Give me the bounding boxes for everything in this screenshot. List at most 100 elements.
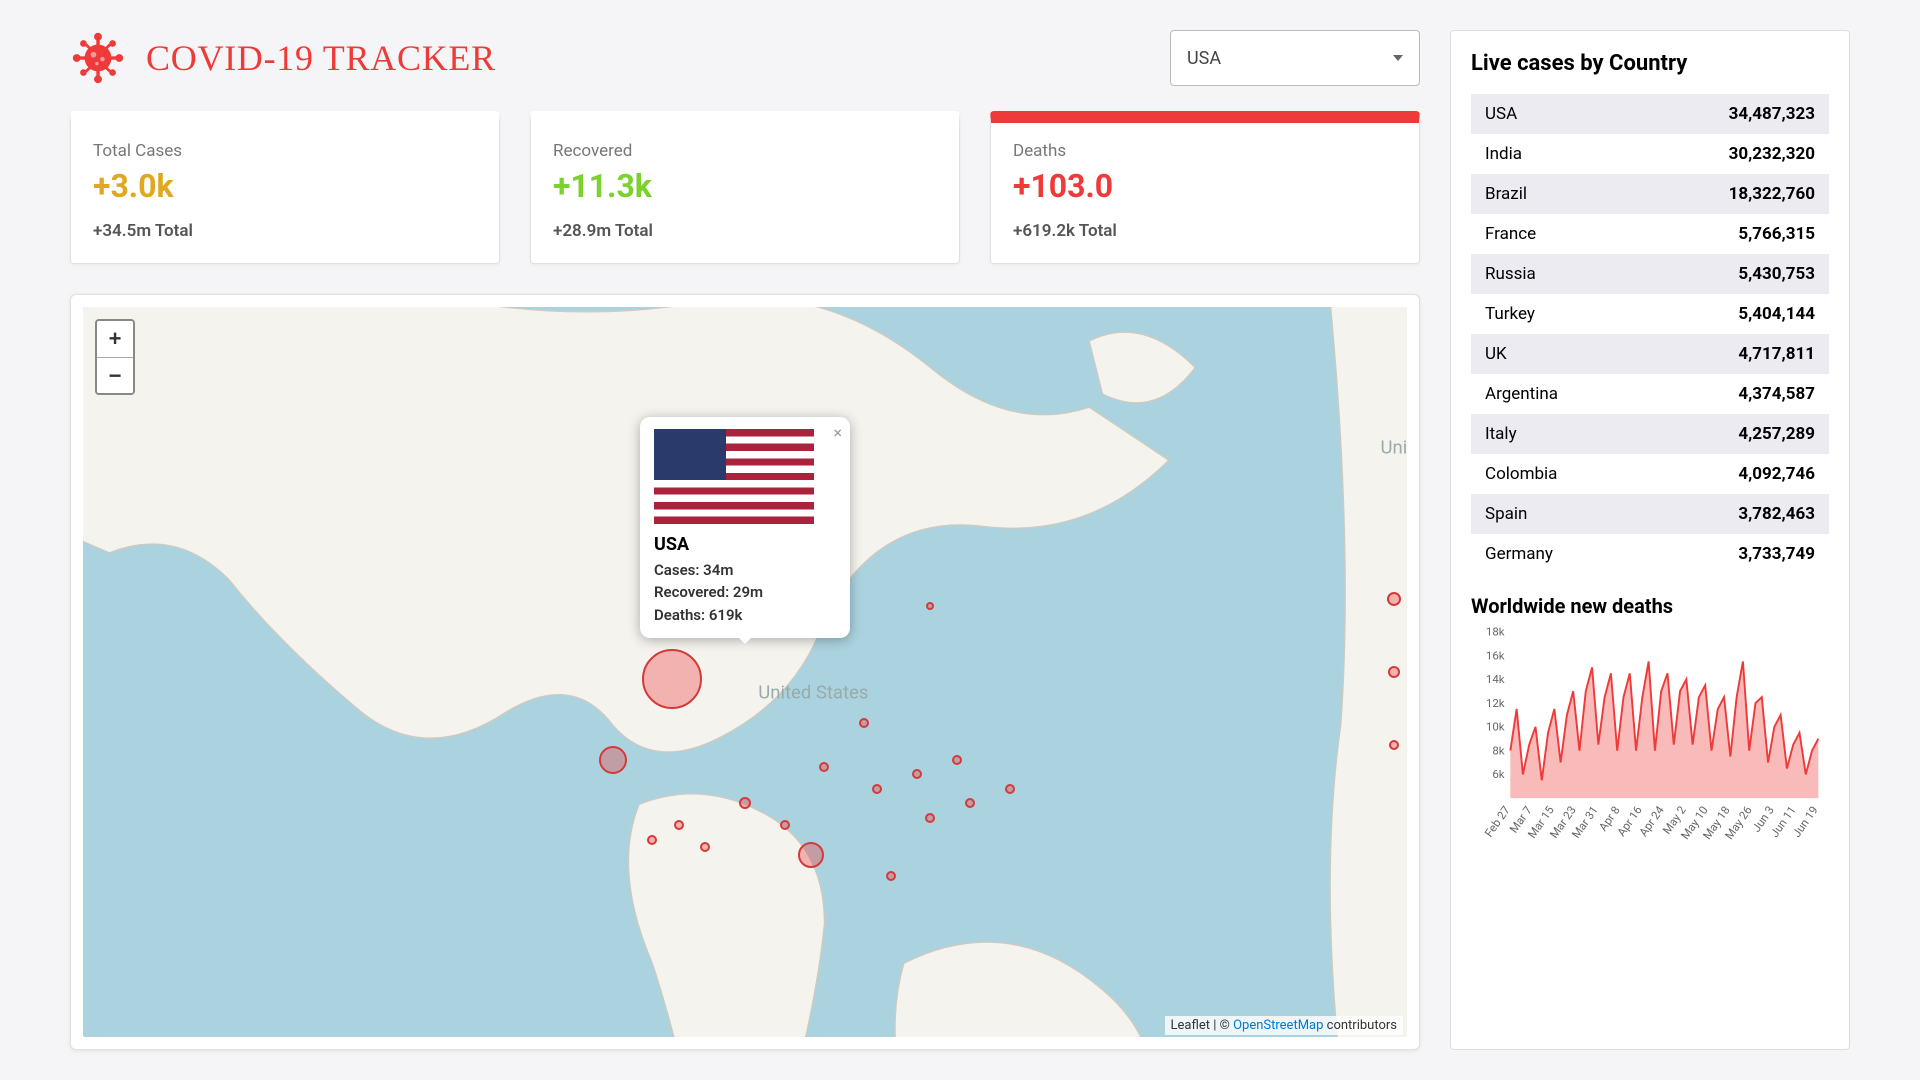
map-circle[interactable] <box>952 755 962 765</box>
popup-country: USA <box>654 534 836 555</box>
svg-text:8k: 8k <box>1492 743 1504 757</box>
card-total: +619.2k Total <box>1013 221 1397 241</box>
row-cases: 4,257,289 <box>1738 424 1815 444</box>
map-attribution: Leaflet | © OpenStreetMap contributors <box>1165 1016 1403 1035</box>
map-popup: × USA Cases: 34m Recovered: 29m Deaths: … <box>640 417 850 639</box>
row-country: India <box>1485 144 1522 164</box>
row-country: Spain <box>1485 504 1527 524</box>
table-row[interactable]: Colombia 4,092,746 <box>1471 454 1829 494</box>
row-country: Italy <box>1485 424 1517 444</box>
map-circle[interactable] <box>739 797 751 809</box>
card-today: +3.0k <box>93 167 477 205</box>
country-select[interactable]: USA <box>1170 30 1420 86</box>
card-total: +34.5m Total <box>93 221 477 241</box>
row-cases: 30,232,320 <box>1729 144 1815 164</box>
svg-text:Uni: Uni <box>1381 437 1407 459</box>
zoom-out-button[interactable]: − <box>97 357 133 393</box>
live-cases-title: Live cases by Country <box>1471 51 1829 76</box>
row-country: UK <box>1485 344 1507 364</box>
map-circle[interactable] <box>1005 784 1015 794</box>
svg-text:6k: 6k <box>1492 767 1504 781</box>
row-cases: 3,733,749 <box>1738 544 1815 564</box>
table-row[interactable]: France 5,766,315 <box>1471 214 1829 254</box>
svg-text:14k: 14k <box>1486 672 1505 686</box>
row-cases: 34,487,323 <box>1729 104 1815 124</box>
map-circle[interactable] <box>886 871 896 881</box>
row-country: USA <box>1485 104 1517 124</box>
map-circle[interactable] <box>1389 740 1399 750</box>
close-icon[interactable]: × <box>833 423 842 442</box>
card-label: Total Cases <box>93 141 477 161</box>
map-circle[interactable] <box>642 649 702 709</box>
map[interactable]: United States Colombia Uni <box>83 307 1407 1037</box>
map-circle[interactable] <box>780 820 790 830</box>
card-recovered[interactable]: Recovered +11.3k +28.9m Total <box>530 111 960 264</box>
row-cases: 5,766,315 <box>1738 224 1815 244</box>
popup-cases: Cases: 34m <box>654 559 836 582</box>
row-country: Germany <box>1485 544 1553 564</box>
osm-link[interactable]: OpenStreetMap <box>1233 1018 1323 1033</box>
zoom-controls: + − <box>95 319 135 395</box>
map-circle[interactable] <box>965 798 975 808</box>
card-total: +28.9m Total <box>553 221 937 241</box>
table-row[interactable]: Spain 3,782,463 <box>1471 494 1829 534</box>
table-row[interactable]: UK 4,717,811 <box>1471 334 1829 374</box>
table-row[interactable]: Argentina 4,374,587 <box>1471 374 1829 414</box>
row-country: France <box>1485 224 1536 244</box>
card-total-cases[interactable]: Total Cases +3.0k +34.5m Total <box>70 111 500 264</box>
map-circle[interactable] <box>872 784 882 794</box>
header: COVID-19 TRACKER USA <box>70 30 1420 86</box>
svg-text:Apr 24: Apr 24 <box>1636 803 1667 839</box>
map-circle[interactable] <box>819 762 829 772</box>
map-circle[interactable] <box>700 842 710 852</box>
row-cases: 5,404,144 <box>1738 304 1815 324</box>
svg-text:18k: 18k <box>1486 626 1505 639</box>
brand: COVID-19 TRACKER <box>70 30 496 86</box>
map-circle[interactable] <box>925 813 935 823</box>
map-circle[interactable] <box>926 602 934 610</box>
svg-text:10k: 10k <box>1486 720 1505 734</box>
table-row[interactable]: Italy 4,257,289 <box>1471 414 1829 454</box>
app-title: COVID-19 TRACKER <box>146 37 496 79</box>
table-row[interactable]: Germany 3,733,749 <box>1471 534 1829 574</box>
map-circle[interactable] <box>1387 592 1401 606</box>
card-today: +11.3k <box>553 167 937 205</box>
table-row[interactable]: Russia5,430,753 <box>1471 254 1829 294</box>
svg-text:12k: 12k <box>1486 696 1505 710</box>
svg-text:United States: United States <box>758 681 868 703</box>
live-cases-table[interactable]: USA 34,487,323 India 30,232,320 Brazil 18,322… <box>1471 94 1829 574</box>
card-deaths[interactable]: Deaths +103.0 +619.2k Total <box>990 111 1420 264</box>
svg-text:Feb 27: Feb 27 <box>1482 803 1513 839</box>
row-country: Brazil <box>1485 184 1527 204</box>
virus-icon <box>70 30 126 86</box>
card-label: Recovered <box>553 141 937 161</box>
row-cases: 18,322,760 <box>1729 184 1815 204</box>
table-row[interactable]: India 30,232,320 <box>1471 134 1829 174</box>
card-today: +103.0 <box>1013 167 1397 205</box>
map-container: United States Colombia Uni <box>70 294 1420 1050</box>
flag-icon <box>654 429 814 524</box>
row-cases: 4,717,811 <box>1738 344 1815 364</box>
row-country: Argentina <box>1485 384 1558 404</box>
side-panel: Live cases by Country USA 34,487,323 India… <box>1450 30 1850 1050</box>
map-circle[interactable] <box>798 842 824 868</box>
map-circle[interactable] <box>912 769 922 779</box>
row-cases: 5,430,753 <box>1738 264 1815 284</box>
chevron-down-icon <box>1393 55 1403 61</box>
map-circle[interactable] <box>647 835 657 845</box>
map-circle[interactable] <box>859 718 869 728</box>
table-row[interactable]: USA 34,487,323 <box>1471 94 1829 134</box>
row-country: Colombia <box>1485 464 1557 484</box>
map-circle[interactable] <box>599 746 627 774</box>
popup-deaths: Deaths: 619k <box>654 604 836 627</box>
popup-recovered: Recovered: 29m <box>654 581 836 604</box>
zoom-in-button[interactable]: + <box>97 321 133 357</box>
table-row[interactable]: Brazil 18,322,760 <box>1471 174 1829 214</box>
deaths-chart: 6k8k10k12k14k16k18kFeb 27Mar 7Mar 15Mar … <box>1471 626 1829 846</box>
row-cases: 3,782,463 <box>1738 504 1815 524</box>
map-circle[interactable] <box>1388 666 1400 678</box>
row-cases: 4,374,587 <box>1738 384 1815 404</box>
row-cases: 4,092,746 <box>1738 464 1815 484</box>
map-circle[interactable] <box>674 820 684 830</box>
table-row[interactable]: Turkey5,404,144 <box>1471 294 1829 334</box>
